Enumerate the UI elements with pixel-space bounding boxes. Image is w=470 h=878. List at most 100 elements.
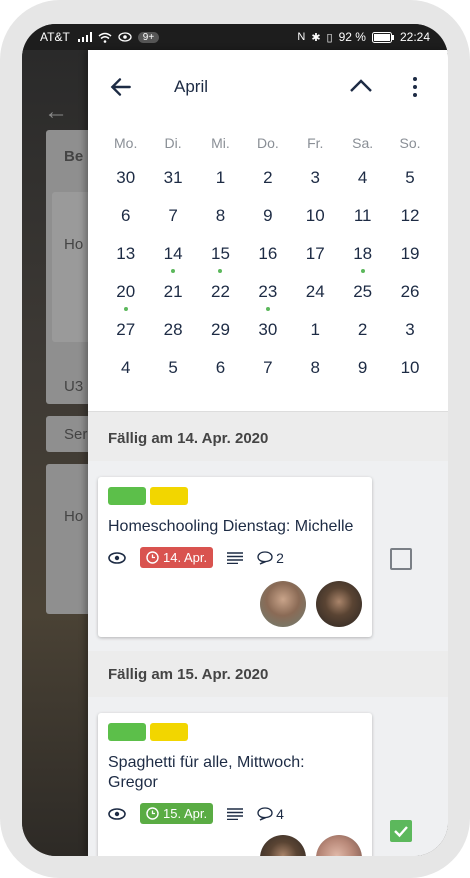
calendar-day[interactable]: 21 [149,274,196,312]
weekday-label: Mo. [114,135,138,151]
calendar-day[interactable]: 28 [149,312,196,350]
day-number: 7 [263,358,273,377]
day-number: 3 [310,168,320,187]
calendar-day[interactable]: 14 [149,236,196,274]
comment-icon [257,806,273,821]
nfc-icon: N [297,31,306,43]
day-number: 30 [258,320,278,339]
calendar-day[interactable]: 1 [292,312,339,350]
weekday-label: Fr. [307,135,324,151]
calendar-day[interactable]: 25 [339,274,386,312]
task-checkbox[interactable] [390,548,412,570]
signal-icon [77,32,92,42]
weekday-label: Do. [256,135,279,151]
calendar-day[interactable]: 8 [292,350,339,388]
task-card[interactable]: Spaghetti für alle, Mittwoch: Gregor 15.… [98,713,372,856]
calendar-day[interactable]: 20 [102,274,149,312]
chevron-up-icon[interactable] [348,76,374,96]
calendar-day[interactable]: 9 [244,198,291,236]
section-header: Fällig am 15. Apr. 2020 [88,651,448,697]
avatar [316,581,362,627]
day-number: 22 [211,282,230,301]
screen: AT&T 9+ N ✱ ▯ 92 % 22:24 ← Be Ho U3 Ser … [22,24,448,856]
calendar-day[interactable]: 5 [386,160,433,198]
weekday-header: Mo. Di. Mi. Do. Fr. Sa. So. [88,126,448,160]
day-number: 13 [116,244,136,263]
avatar [316,835,362,856]
task-checkbox[interactable] [390,820,412,842]
clock-icon [146,807,159,820]
calendar-day[interactable]: 2 [244,160,291,198]
calendar-day[interactable]: 4 [102,350,149,388]
calendar-day[interactable]: 2 [339,312,386,350]
description-icon [227,807,244,820]
calendar-day[interactable]: 18 [339,236,386,274]
day-number: 9 [357,358,368,377]
background-item-text: Ho [64,236,84,253]
day-number: 12 [400,206,420,225]
day-number: 29 [211,320,230,339]
check-icon [394,826,408,838]
day-number: 14 [163,244,183,263]
calendar-day[interactable]: 17 [292,236,339,274]
calendar-day[interactable]: 5 [149,350,196,388]
more-vert-icon[interactable] [410,76,420,98]
calendar-day[interactable]: 31 [149,160,196,198]
calendar-day[interactable]: 6 [102,198,149,236]
calendar-day[interactable]: 11 [339,198,386,236]
weekday-label: Mi. [211,135,230,151]
day-number: 24 [305,282,325,301]
card-meta: 15. Apr. 4 [108,803,284,824]
calendar-day[interactable]: 4 [339,160,386,198]
calendar-day[interactable]: 12 [386,198,433,236]
vibrate-icon: ▯ [326,31,333,44]
event-dot [123,307,128,311]
calendar-day[interactable]: 7 [149,198,196,236]
calendar-day[interactable]: 27 [102,312,149,350]
battery-percent: 92 % [338,30,366,44]
task-card[interactable]: Homeschooling Dienstag: Michelle 14. Apr… [98,477,372,637]
day-number: 2 [263,168,273,187]
comments-count: 4 [257,806,284,822]
day-number: 15 [211,244,230,263]
eye-icon [108,551,126,564]
event-dot [265,307,270,311]
calendar-day[interactable]: 8 [197,198,244,236]
calendar-day[interactable]: 13 [102,236,149,274]
day-number: 10 [400,358,420,377]
background-item-text: Ho [64,508,84,525]
label-green [108,487,146,505]
day-number: 5 [405,168,415,187]
calendar-day[interactable]: 29 [197,312,244,350]
description-icon [227,551,244,564]
event-dot [218,269,223,273]
back-arrow-icon[interactable] [108,74,134,100]
calendar-day[interactable]: 19 [386,236,433,274]
calendar-day[interactable]: 15 [197,236,244,274]
calendar-day[interactable]: 10 [386,350,433,388]
calendar-day[interactable]: 30 [102,160,149,198]
calendar-day[interactable]: 16 [244,236,291,274]
eye-icon [108,807,126,820]
comments-number: 2 [276,549,284,566]
calendar-day[interactable]: 9 [339,350,386,388]
day-number: 4 [357,168,368,187]
label-yellow [150,723,188,741]
phone-frame: AT&T 9+ N ✱ ▯ 92 % 22:24 ← Be Ho U3 Ser … [0,0,470,878]
calendar-day[interactable]: 1 [197,160,244,198]
calendar-day[interactable]: 22 [197,274,244,312]
calendar-day[interactable]: 3 [386,312,433,350]
calendar-day[interactable]: 26 [386,274,433,312]
background-item-text: Ser [64,426,88,443]
calendar-day[interactable]: 10 [292,198,339,236]
calendar-day[interactable]: 24 [292,274,339,312]
day-number: 23 [258,282,278,301]
calendar-day[interactable]: 3 [292,160,339,198]
calendar-day[interactable]: 23 [244,274,291,312]
calendar-day[interactable]: 7 [244,350,291,388]
month-title[interactable]: April [174,77,208,97]
calendar-day[interactable]: 30 [244,312,291,350]
day-number: 7 [168,206,178,225]
calendar-week: 13 14 15 16 17 18 19 [88,236,448,274]
calendar-day[interactable]: 6 [197,350,244,388]
